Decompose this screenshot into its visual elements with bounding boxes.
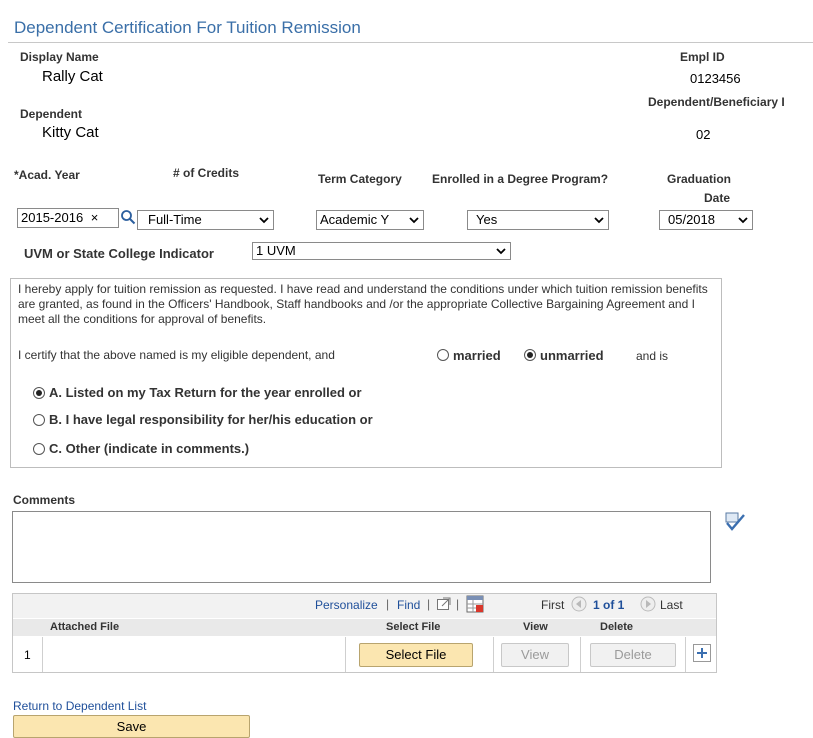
- search-icon[interactable]: [120, 209, 136, 225]
- acad-year-input[interactable]: 2015-2016 ×: [17, 208, 119, 228]
- credits-header: # of Credits: [173, 166, 240, 180]
- dependent-beneficiary-label: Dependent/Beneficiary I: [648, 95, 785, 109]
- and-is-text: and is: [636, 349, 669, 363]
- term-category-header: Term Category: [318, 172, 402, 186]
- view-all-icon[interactable]: [436, 596, 452, 612]
- term-category-select[interactable]: Academic Y: [316, 210, 424, 230]
- graduation-date-value: 05/2018: [668, 212, 715, 227]
- empl-id-label: Empl ID: [680, 50, 725, 64]
- last-label: Last: [660, 598, 683, 612]
- spellcheck-icon[interactable]: [723, 511, 747, 533]
- display-name-label: Display Name: [20, 50, 99, 64]
- comments-textarea[interactable]: [12, 511, 711, 583]
- option-b-radio[interactable]: [33, 414, 45, 426]
- column-divider: [685, 637, 686, 672]
- chevron-down-icon: [409, 217, 419, 224]
- toolbar-separator: |: [386, 597, 390, 611]
- dependent-beneficiary-value: 02: [696, 127, 711, 142]
- graduation-header-line2: Date: [704, 191, 731, 205]
- column-divider: [345, 637, 346, 672]
- degree-program-header: Enrolled in a Degree Program?: [432, 172, 609, 186]
- graduation-date-select[interactable]: 05/2018: [659, 210, 753, 230]
- chevron-down-icon: [496, 248, 506, 255]
- certification-paragraph: I hereby apply for tuition remission as …: [18, 282, 708, 326]
- option-a-label: A. Listed on my Tax Return for the year …: [49, 385, 362, 400]
- toolbar-separator: |: [456, 597, 460, 611]
- college-indicator-select[interactable]: 1 UVM: [252, 242, 511, 260]
- view-button[interactable]: View: [501, 643, 569, 667]
- add-row-icon[interactable]: [693, 644, 711, 662]
- select-file-header: Select File: [386, 621, 441, 633]
- credits-select[interactable]: Full-Time: [137, 210, 274, 230]
- college-indicator-value: 1 UVM: [256, 243, 296, 258]
- clear-icon[interactable]: ×: [91, 210, 99, 225]
- acad-year-value: 2015-2016: [21, 210, 84, 225]
- select-file-button[interactable]: Select File: [359, 643, 473, 667]
- attached-file-header: Attached File: [50, 621, 120, 633]
- first-label: First: [541, 598, 565, 612]
- view-header: View: [523, 621, 548, 633]
- find-link[interactable]: Find: [397, 598, 420, 612]
- option-b-label: B. I have legal responsibility for her/h…: [49, 412, 373, 427]
- return-to-dependent-list-link[interactable]: Return to Dependent List: [13, 699, 146, 713]
- page-range: 1 of 1: [593, 598, 625, 612]
- option-c-radio[interactable]: [33, 443, 45, 455]
- download-grid-icon[interactable]: [466, 595, 484, 613]
- certify-text: I certify that the above named is my eli…: [18, 348, 335, 362]
- page-title: Dependent Certification For Tuition Remi…: [14, 18, 361, 37]
- save-button[interactable]: Save: [13, 715, 250, 738]
- column-divider: [493, 637, 494, 672]
- degree-program-value: Yes: [476, 212, 498, 227]
- chevron-down-icon: [594, 217, 604, 224]
- married-radio[interactable]: [437, 349, 449, 361]
- chevron-down-icon: [259, 217, 269, 224]
- married-label: married: [453, 348, 501, 363]
- column-divider: [42, 637, 43, 672]
- next-icon[interactable]: [640, 596, 656, 612]
- chevron-down-icon: [738, 217, 748, 224]
- dependent-label: Dependent: [20, 107, 83, 121]
- empl-id-value: 0123456: [690, 71, 741, 86]
- previous-icon[interactable]: [571, 596, 587, 612]
- college-indicator-label: UVM or State College Indicator: [24, 246, 214, 261]
- comments-label: Comments: [13, 493, 76, 507]
- term-category-value: Academic Y: [320, 212, 390, 227]
- dependent-name-value: Kitty Cat: [42, 124, 99, 141]
- option-c-label: C. Other (indicate in comments.): [49, 441, 250, 456]
- display-name-value: Rally Cat: [42, 68, 103, 85]
- credits-value: Full-Time: [148, 212, 202, 227]
- row-number: 1: [24, 648, 31, 662]
- degree-program-select[interactable]: Yes: [467, 210, 609, 230]
- graduation-header-line1: Graduation: [667, 172, 732, 186]
- personalize-link[interactable]: Personalize: [315, 598, 378, 612]
- unmarried-radio[interactable]: [524, 349, 536, 361]
- unmarried-label: unmarried: [540, 348, 604, 363]
- toolbar-separator: |: [427, 597, 431, 611]
- column-divider: [580, 637, 581, 672]
- delete-button[interactable]: Delete: [590, 643, 676, 667]
- acad-year-header: *Acad. Year: [14, 168, 80, 182]
- option-a-radio[interactable]: [33, 387, 45, 399]
- delete-header: Delete: [600, 621, 634, 633]
